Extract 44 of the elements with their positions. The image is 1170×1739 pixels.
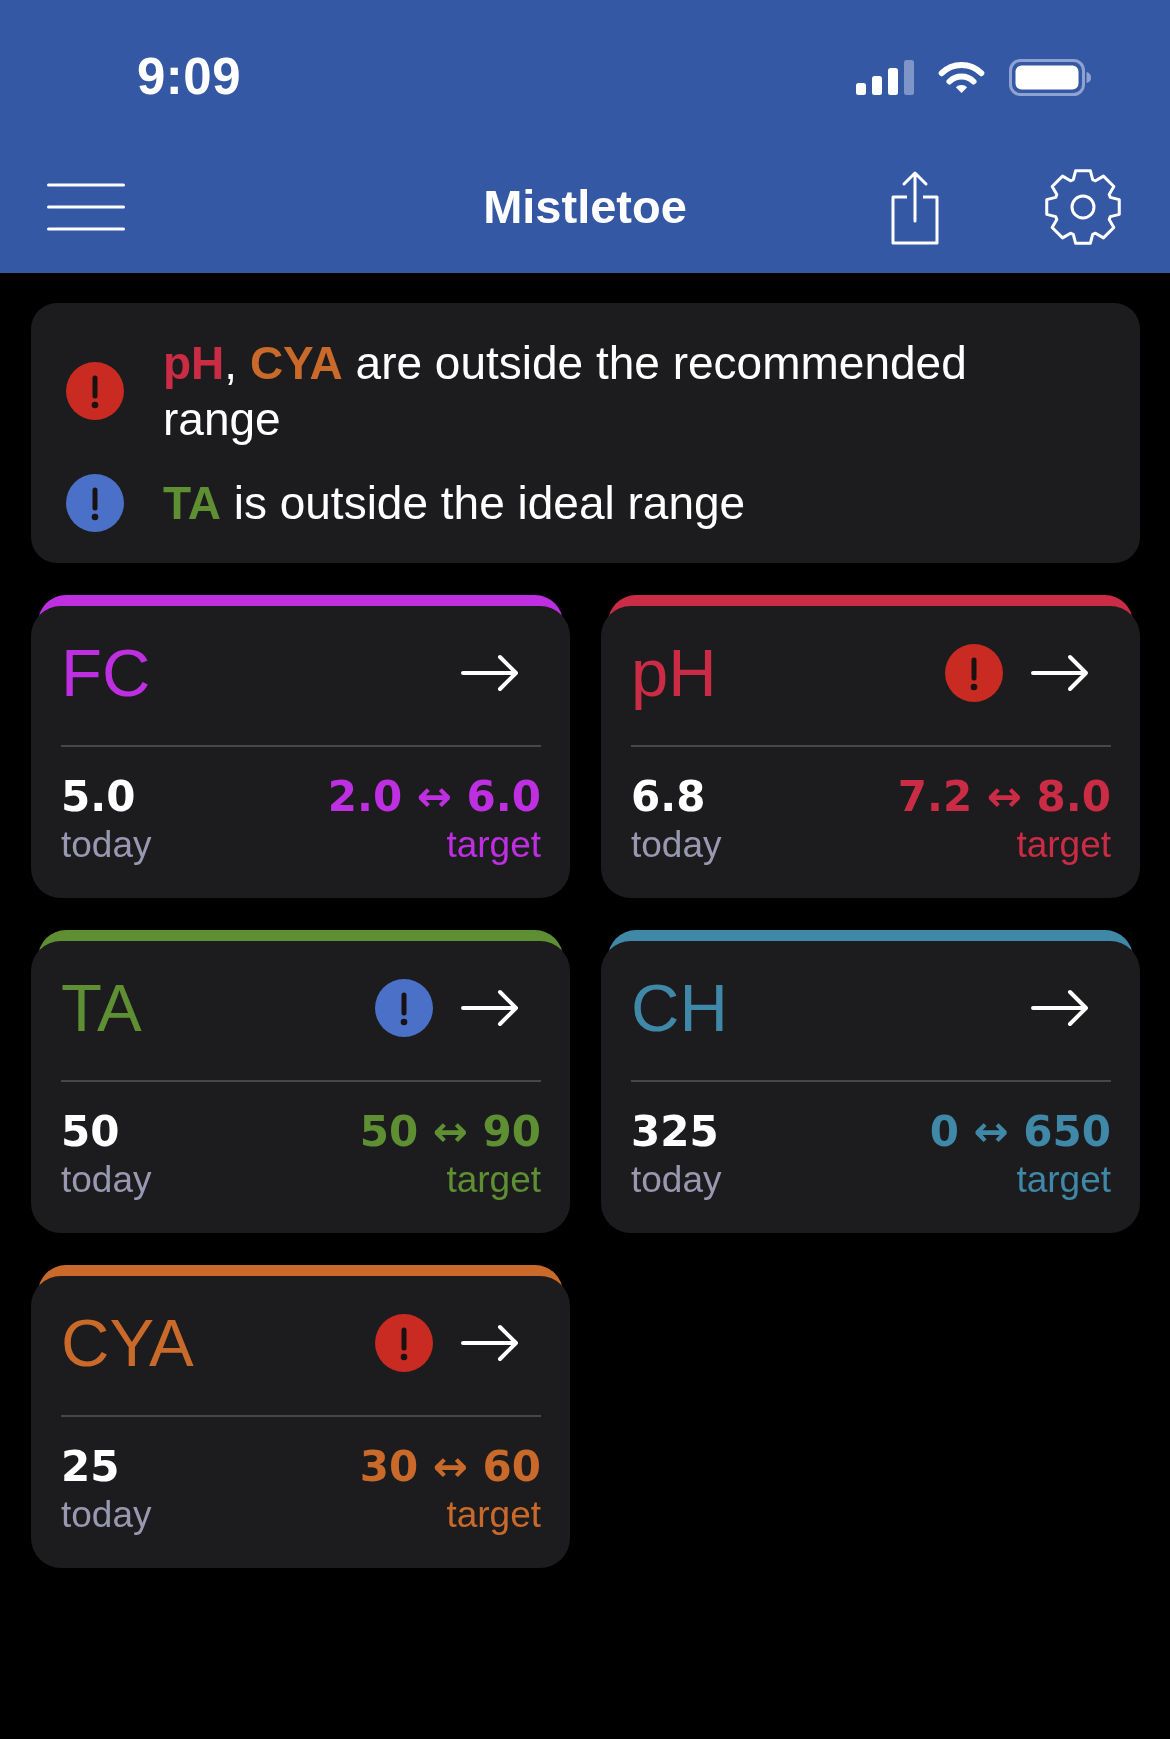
menu-icon[interactable] — [47, 181, 125, 232]
reading-value: 50 — [61, 1106, 120, 1158]
metric-name: TA — [61, 973, 142, 1043]
reading-label: today — [61, 1493, 152, 1537]
battery-icon — [1009, 58, 1091, 96]
signal-icon — [856, 59, 914, 95]
target-range: 2.0 ↔ 6.0 — [327, 771, 541, 823]
metric-name: CYA — [61, 1308, 194, 1378]
metric-name: pH — [631, 638, 717, 708]
target-label: target — [1016, 1158, 1111, 1202]
reading-value: 25 — [61, 1441, 120, 1493]
metric-name: CH — [631, 973, 728, 1043]
target-label: target — [446, 1158, 541, 1202]
wifi-icon — [937, 59, 986, 95]
metric-card[interactable]: TA 50 today 50 ↔ 90 target — [31, 941, 570, 1233]
right-arrow-icon[interactable] — [1031, 653, 1089, 693]
right-arrow-icon[interactable] — [1031, 988, 1089, 1028]
metric-card[interactable]: FC 5.0 today 2.0 ↔ 6.0 target — [31, 606, 570, 898]
reading-label: today — [61, 1158, 152, 1202]
target-range: 0 ↔ 650 — [929, 1106, 1111, 1158]
metric-card[interactable]: CH 325 today 0 ↔ 650 target — [601, 941, 1140, 1233]
right-arrow-icon[interactable] — [461, 988, 519, 1028]
settings-icon[interactable] — [1043, 166, 1123, 247]
target-range: 30 ↔ 60 — [359, 1441, 541, 1493]
target-label: target — [1016, 823, 1111, 867]
target-range: 7.2 ↔ 8.0 — [897, 771, 1111, 823]
target-label: target — [446, 823, 541, 867]
right-arrow-icon[interactable] — [461, 653, 519, 693]
metric-card[interactable]: CYA 25 today 30 ↔ 60 target — [31, 1276, 570, 1568]
right-arrow-icon[interactable] — [461, 1323, 519, 1363]
reading-label: today — [631, 823, 722, 867]
status-time: 9:09 — [137, 47, 242, 107]
app-title: Mistletoe — [483, 178, 687, 235]
reading-label: today — [631, 1158, 722, 1202]
target-label: target — [446, 1493, 541, 1537]
target-range: 50 ↔ 90 — [359, 1106, 541, 1158]
reading-value: 6.8 — [631, 771, 706, 823]
reading-value: 325 — [631, 1106, 719, 1158]
alert-message: pH, CYA are outside the recommended range — [163, 336, 968, 447]
alert-message: TA is outside the ideal range — [163, 476, 746, 531]
reading-value: 5.0 — [61, 771, 136, 823]
metric-name: FC — [61, 638, 151, 708]
metric-card[interactable]: pH 6.8 today 7.2 ↔ 8.0 target — [601, 606, 1140, 898]
reading-label: today — [61, 823, 152, 867]
